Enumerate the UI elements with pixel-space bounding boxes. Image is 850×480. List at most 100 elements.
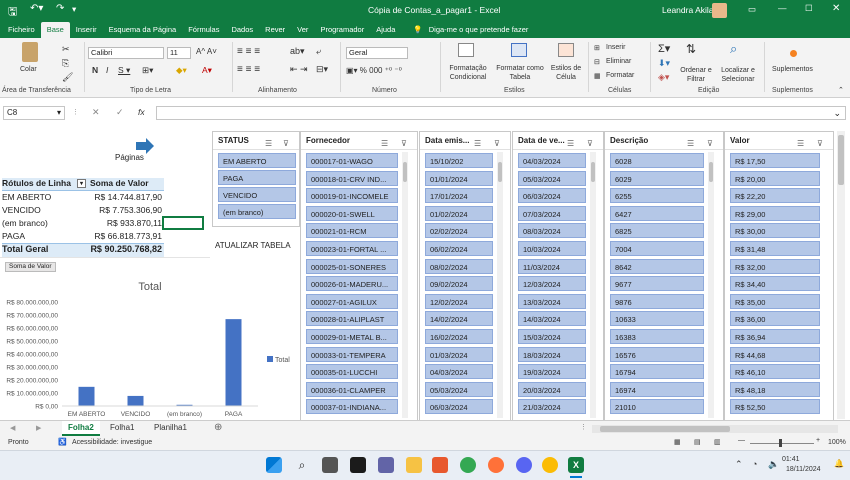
slicer-item[interactable]: 20/03/2024 [518,381,586,397]
slicer-item[interactable]: 21/03/2024 [518,399,586,415]
scroll-thumb[interactable] [838,135,844,185]
redo-icon[interactable]: ↷ [56,3,64,14]
maximize-icon[interactable]: ☐ [805,3,813,14]
slicer-item[interactable]: 000035-01-LUCCHI [306,364,398,380]
add-sheet-icon[interactable]: ⊕ [214,422,222,433]
wifi-icon[interactable]: ◔ [752,459,757,469]
expand-formula-icon[interactable]: ⌄ [833,108,841,119]
chart-area[interactable]: Soma de Valor Total R$ 0,00 R$ 10.000.000… [0,258,298,420]
zoom-slider[interactable] [750,443,814,444]
slicer-item[interactable]: 6029 [610,170,704,186]
multiselect-icon[interactable]: ☰ [567,135,574,153]
tab-inserir[interactable]: Inserir [70,22,103,38]
slicer-item[interactable]: R$ 22,20 [730,188,820,204]
slicer-item[interactable]: R$ 29,00 [730,205,820,221]
clear-filter-icon[interactable]: ⊽ [587,135,593,153]
page-layout-icon[interactable]: ▤ [694,438,701,446]
refresh-table-button[interactable]: ATUALIZAR TABELA [215,241,291,250]
slicer-scrollbar[interactable] [590,152,596,418]
pivot-row[interactable]: EM ABERTO R$ 14.744.817,90 [2,192,164,205]
sheet-tab-folha2[interactable]: Folha2 [62,421,100,436]
close-icon[interactable]: ✕ [832,3,840,14]
slicer-item[interactable]: 14/02/2024 [425,311,493,327]
bar[interactable] [225,319,242,406]
name-box[interactable]: C8 ▾ [3,106,65,120]
slicer-item[interactable]: R$ 34,40 [730,276,820,292]
slicer-scrollbar[interactable] [497,152,503,418]
slicer-item[interactable]: R$ 20,00 [730,170,820,186]
multiselect-icon[interactable]: ☰ [381,135,388,153]
slicer-item[interactable]: 8642 [610,258,704,274]
cut-icon[interactable]: ✂ [62,44,70,55]
slicer-item[interactable]: 05/03/2024 [425,381,493,397]
chrome-icon[interactable] [460,457,476,473]
start-icon[interactable] [266,457,282,473]
fill-icon[interactable]: ⬇▾ [658,58,670,69]
addins-icon[interactable] [790,50,797,57]
slicer-item[interactable]: 16/02/2024 [425,329,493,344]
slicer-item[interactable]: EM ABERTO [218,153,296,168]
excel-icon[interactable]: X [568,457,584,473]
customize-qat-icon[interactable]: ▾ [72,4,76,15]
fx-icon[interactable]: fx [138,107,145,117]
cell-styles-icon[interactable] [558,43,574,57]
zoom-in-icon[interactable]: + [816,437,820,444]
slicer-item[interactable]: 000037-01-INDIANA... [306,399,398,415]
widgets-icon[interactable] [350,457,366,473]
tab-base[interactable]: Base [40,22,70,38]
slicer-item[interactable]: 01/02/2024 [425,205,493,221]
formula-input[interactable]: ⌄ [156,106,846,120]
bar[interactable] [127,395,144,406]
active-cell[interactable] [162,216,204,230]
slicer-item[interactable]: 07/03/2024 [518,205,586,221]
insert-cells-button[interactable]: Inserir [606,44,625,51]
multiselect-icon[interactable]: ☰ [474,135,481,153]
fill-color-icon[interactable]: ◆▾ [176,65,187,76]
align-top-icon[interactable]: ≡ ≡ ≡ [237,46,260,57]
tab-rever[interactable]: Rever [259,22,291,38]
slicer-item[interactable]: 6825 [610,223,704,239]
underline-icon[interactable]: S ▾ [118,65,130,76]
store-icon[interactable] [432,457,448,473]
slicer-item[interactable]: R$ 31,48 [730,241,820,256]
save-icon[interactable]: 🖫 [8,3,17,22]
slicer-item[interactable]: 08/02/2024 [425,258,493,274]
slicer-item[interactable]: R$ 36,94 [730,329,820,344]
slicer-item[interactable]: 09/02/2024 [425,276,493,292]
cell-styles-button[interactable]: Estilos de Célula [548,64,584,82]
tell-me-search[interactable]: Diga-me o que pretende fazer [429,22,535,38]
prev-sheet-icon[interactable]: ◀ [10,424,15,432]
format-table-button[interactable]: Formatar como Tabela [494,64,546,82]
slicer-item[interactable]: 000027-01-AGILUX [306,293,398,309]
multiselect-icon[interactable]: ☰ [797,135,804,153]
slicer-item[interactable]: 21010 [610,399,704,415]
pivot-row[interactable]: (em branco) R$ 933.870,11 [2,218,164,231]
paste-icon[interactable] [22,42,38,62]
conditional-format-icon[interactable] [458,43,474,57]
avatar[interactable] [712,3,727,18]
sheet-tab-planilha1[interactable]: Planilha1 [154,423,187,432]
slicer-item[interactable]: 12/03/2024 [518,276,586,292]
user-name[interactable]: Leandra Akila [662,5,714,15]
firefox-icon[interactable] [488,457,504,473]
slicer-item[interactable]: 000036-01-CLAMPER [306,381,398,397]
chrome-profile-icon[interactable] [542,457,558,473]
slicer-item[interactable]: R$ 52,50 [730,399,820,415]
task-view-icon[interactable] [322,457,338,473]
clear-icon[interactable]: ◈▾ [658,72,669,83]
slicer-item[interactable]: 16383 [610,329,704,344]
slicer-item[interactable]: 06/03/2024 [518,188,586,204]
slicer-item[interactable]: 000021-01-RCM [306,223,398,239]
slicer-item[interactable]: 000017-01-WAGO [306,153,398,168]
format-cells-button[interactable]: Formatar [606,72,634,79]
number-format-select[interactable]: Geral [346,47,408,59]
slicer-item[interactable]: 18/03/2024 [518,346,586,362]
slicer-item[interactable]: 000023-01-FORTAL ... [306,241,398,256]
borders-icon[interactable]: ⊞▾ [142,65,153,76]
slicer-item[interactable]: R$ 30,00 [730,223,820,239]
slicer-item[interactable]: 16974 [610,381,704,397]
slicer-item[interactable]: 000029-01-METAL B... [306,329,398,344]
scroll-thumb[interactable] [709,162,713,182]
vertical-scrollbar[interactable] [837,131,845,419]
slicer-item[interactable]: 10/03/2024 [518,241,586,256]
